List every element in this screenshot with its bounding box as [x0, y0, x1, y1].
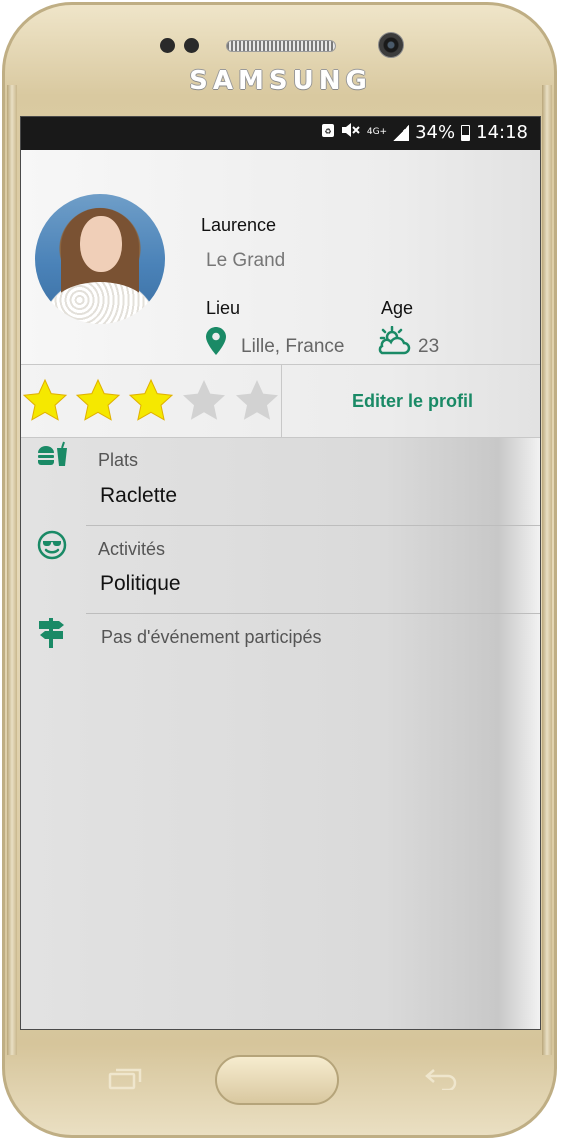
events-text: Pas d'événement participés [101, 627, 322, 647]
edit-profile-button[interactable]: Editer le profil [283, 365, 540, 437]
home-button[interactable] [215, 1055, 339, 1105]
recent-apps-icon[interactable] [108, 1068, 142, 1094]
status-icons: ♻ 4G+ 34% 14:18 [321, 122, 528, 143]
star-rating[interactable] [21, 377, 281, 425]
phone-edge-left [7, 85, 17, 1055]
svg-text:♻: ♻ [324, 127, 331, 136]
location-pin-icon [205, 326, 227, 360]
age-label: Age [381, 298, 414, 318]
signpost-icon [37, 617, 67, 653]
star-filled-icon[interactable] [74, 377, 122, 425]
age-value: 23 [418, 336, 440, 357]
food-icon [37, 441, 69, 473]
activites-value: Politique [100, 572, 181, 595]
phone-edge-right [542, 85, 552, 1055]
divider [86, 613, 540, 614]
star-filled-icon[interactable] [21, 377, 69, 425]
back-icon[interactable] [424, 1066, 460, 1094]
screen: ♻ 4G+ 34% 14:18 Laurence Le Grand Lieu A… [20, 116, 541, 1030]
brand-logo: SAMSUNG [189, 66, 372, 96]
star-empty-icon[interactable] [233, 377, 281, 425]
divider [86, 525, 540, 526]
plats-label: Plats [98, 450, 139, 470]
star-filled-icon[interactable] [127, 377, 175, 425]
signal-icon [393, 124, 410, 141]
last-name: Le Grand [206, 250, 286, 271]
earpiece-speaker [226, 40, 336, 52]
profile-header: Laurence Le Grand Lieu Age Lille, France… [21, 150, 540, 364]
divider [281, 365, 282, 437]
recycle-icon: ♻ [321, 122, 335, 143]
plats-value: Raclette [100, 484, 178, 507]
lieu-label: Lieu [206, 298, 241, 318]
first-name: Laurence [201, 215, 277, 235]
cool-face-icon [37, 530, 67, 564]
avatar[interactable] [35, 194, 165, 324]
star-empty-icon[interactable] [180, 377, 228, 425]
battery-percent: 34% [415, 122, 456, 143]
sensor-dot [184, 38, 199, 53]
clock: 14:18 [476, 122, 528, 143]
network-indicator: 4G+ [366, 127, 388, 137]
rating-row: Editer le profil [21, 364, 540, 438]
battery-icon [461, 124, 471, 141]
status-bar: ♻ 4G+ 34% 14:18 [21, 117, 540, 150]
mute-icon [341, 122, 361, 143]
weather-partly-sunny-icon [377, 325, 411, 360]
activites-label: Activités [98, 539, 166, 559]
lieu-value: Lille, France [241, 336, 345, 357]
front-camera [378, 32, 404, 58]
sensor-dot [160, 38, 175, 53]
